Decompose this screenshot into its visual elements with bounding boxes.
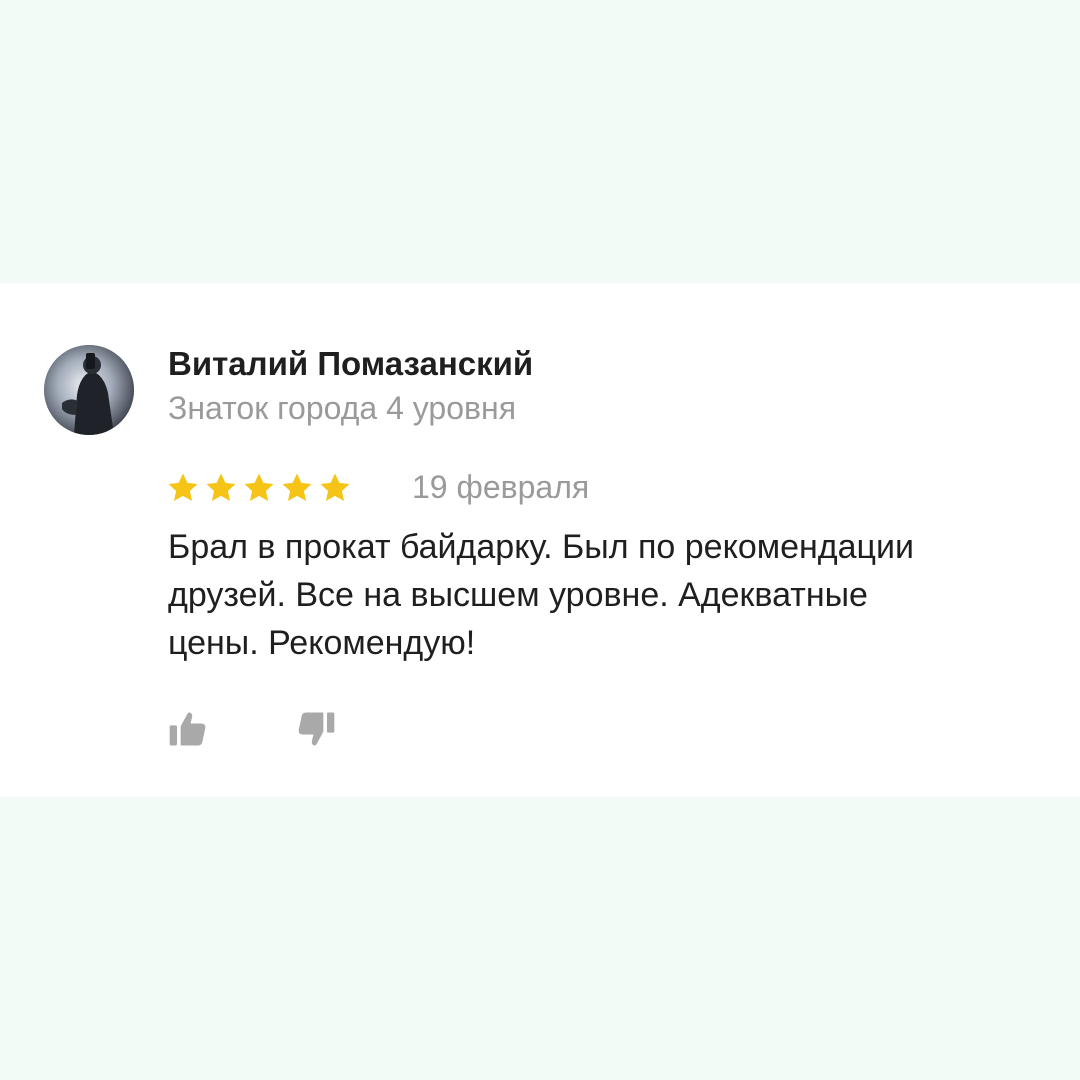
rating-stars bbox=[166, 471, 352, 507]
star-icon bbox=[320, 473, 350, 502]
like-button[interactable] bbox=[166, 707, 210, 751]
star-icon bbox=[244, 473, 274, 502]
star-icon bbox=[168, 473, 198, 502]
star-icon bbox=[282, 473, 312, 502]
author-name[interactable]: Виталий Помазанский bbox=[168, 345, 533, 383]
star-icon bbox=[206, 473, 236, 502]
user-photo-avatar-icon bbox=[44, 345, 134, 435]
page: Виталий Помазанский Знаток города 4 уров… bbox=[0, 0, 1080, 1080]
dislike-button[interactable] bbox=[294, 707, 338, 751]
review-date: 19 февраля bbox=[412, 469, 590, 505]
thumbs-up-icon bbox=[169, 712, 206, 746]
avatar[interactable] bbox=[44, 345, 134, 435]
author-level: Знаток города 4 уровня bbox=[168, 390, 517, 426]
thumbs-down-icon bbox=[298, 712, 335, 746]
review-text: Брал в прокат байдарку. Был по рекоменда… bbox=[168, 528, 915, 662]
review-card: Виталий Помазанский Знаток города 4 уров… bbox=[0, 283, 1080, 797]
